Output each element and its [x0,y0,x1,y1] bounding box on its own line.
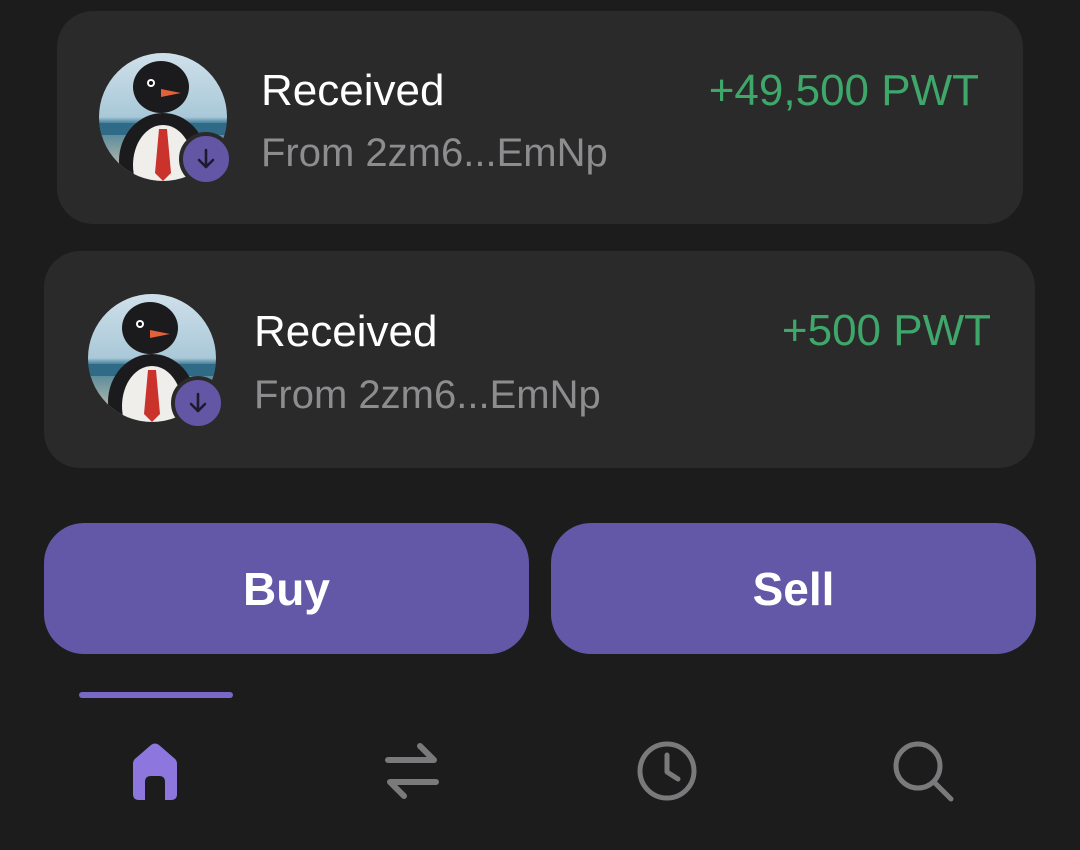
transaction-type-label: Received [261,66,445,115]
transaction-type-label: Received [254,307,438,356]
nav-history-tab[interactable] [631,735,703,807]
arrow-down-icon [179,132,233,186]
active-tab-indicator [79,692,233,698]
transaction-amount: +49,500 PWT [708,66,979,115]
transaction-counterparty: From 2zm6...EmNp [254,373,601,417]
swap-icon [385,743,439,799]
nav-swap-tab[interactable] [376,735,448,807]
transaction-item[interactable]: Received From 2zm6...EmNp +49,500 PWT [57,11,1023,224]
clock-icon [637,741,697,801]
transaction-amount: +500 PWT [781,306,991,355]
arrow-down-icon [171,376,225,430]
home-icon [133,743,177,800]
nav-home-tab[interactable] [119,735,191,807]
sell-button[interactable]: Sell [551,523,1036,654]
nav-search-tab[interactable] [887,735,959,807]
buy-button[interactable]: Buy [44,523,529,654]
search-icon [893,741,954,802]
transaction-counterparty: From 2zm6...EmNp [261,131,608,175]
transaction-item[interactable]: Received From 2zm6...EmNp +500 PWT [44,251,1035,468]
